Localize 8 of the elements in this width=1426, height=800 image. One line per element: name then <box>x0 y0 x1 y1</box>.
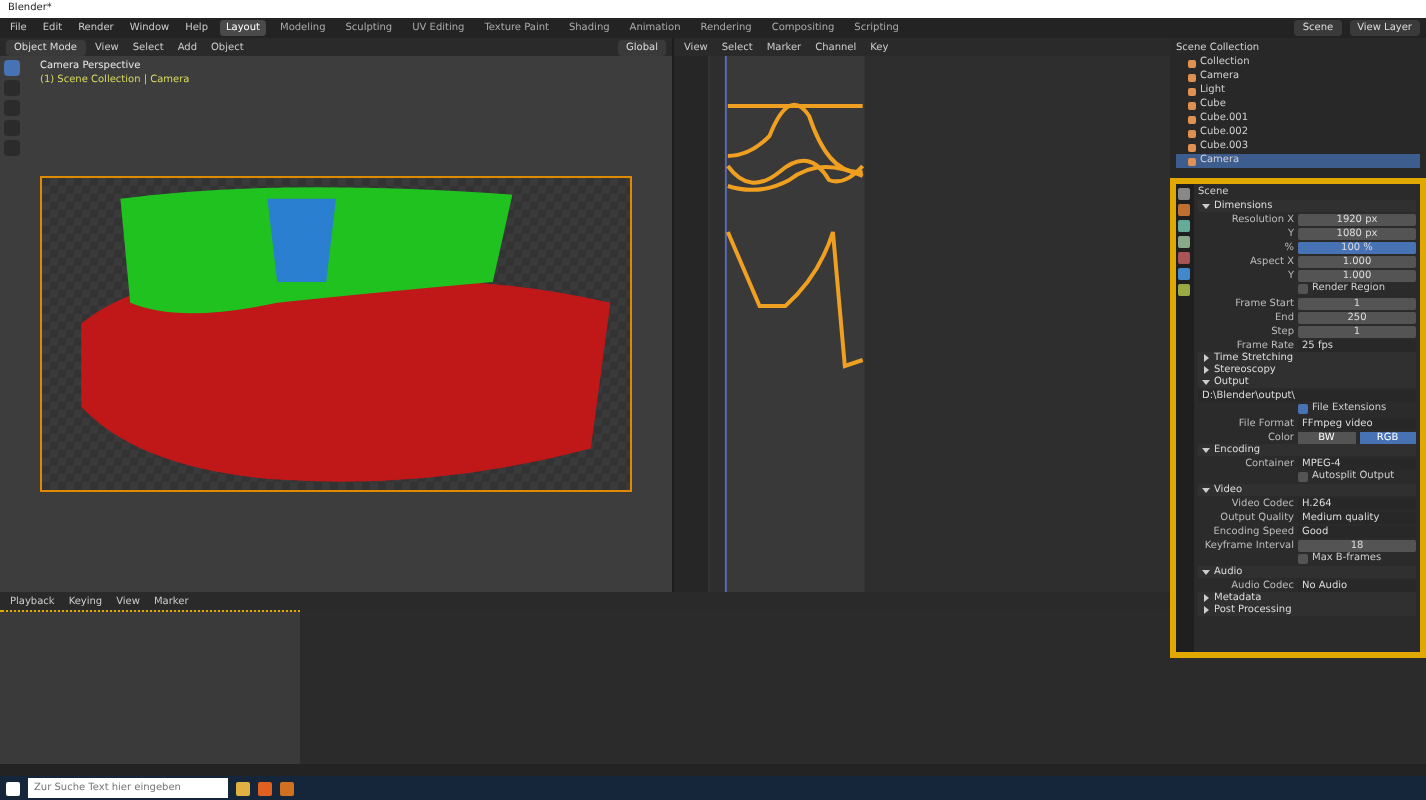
caret-icon <box>1202 486 1210 494</box>
caret-icon <box>1202 568 1210 576</box>
caret-icon <box>1202 446 1210 454</box>
checkbox[interactable] <box>1298 404 1308 414</box>
checkbox[interactable] <box>1298 472 1308 482</box>
checkbox[interactable] <box>1298 284 1308 294</box>
checkbox[interactable] <box>1298 554 1308 564</box>
caret-icon <box>1202 202 1210 210</box>
